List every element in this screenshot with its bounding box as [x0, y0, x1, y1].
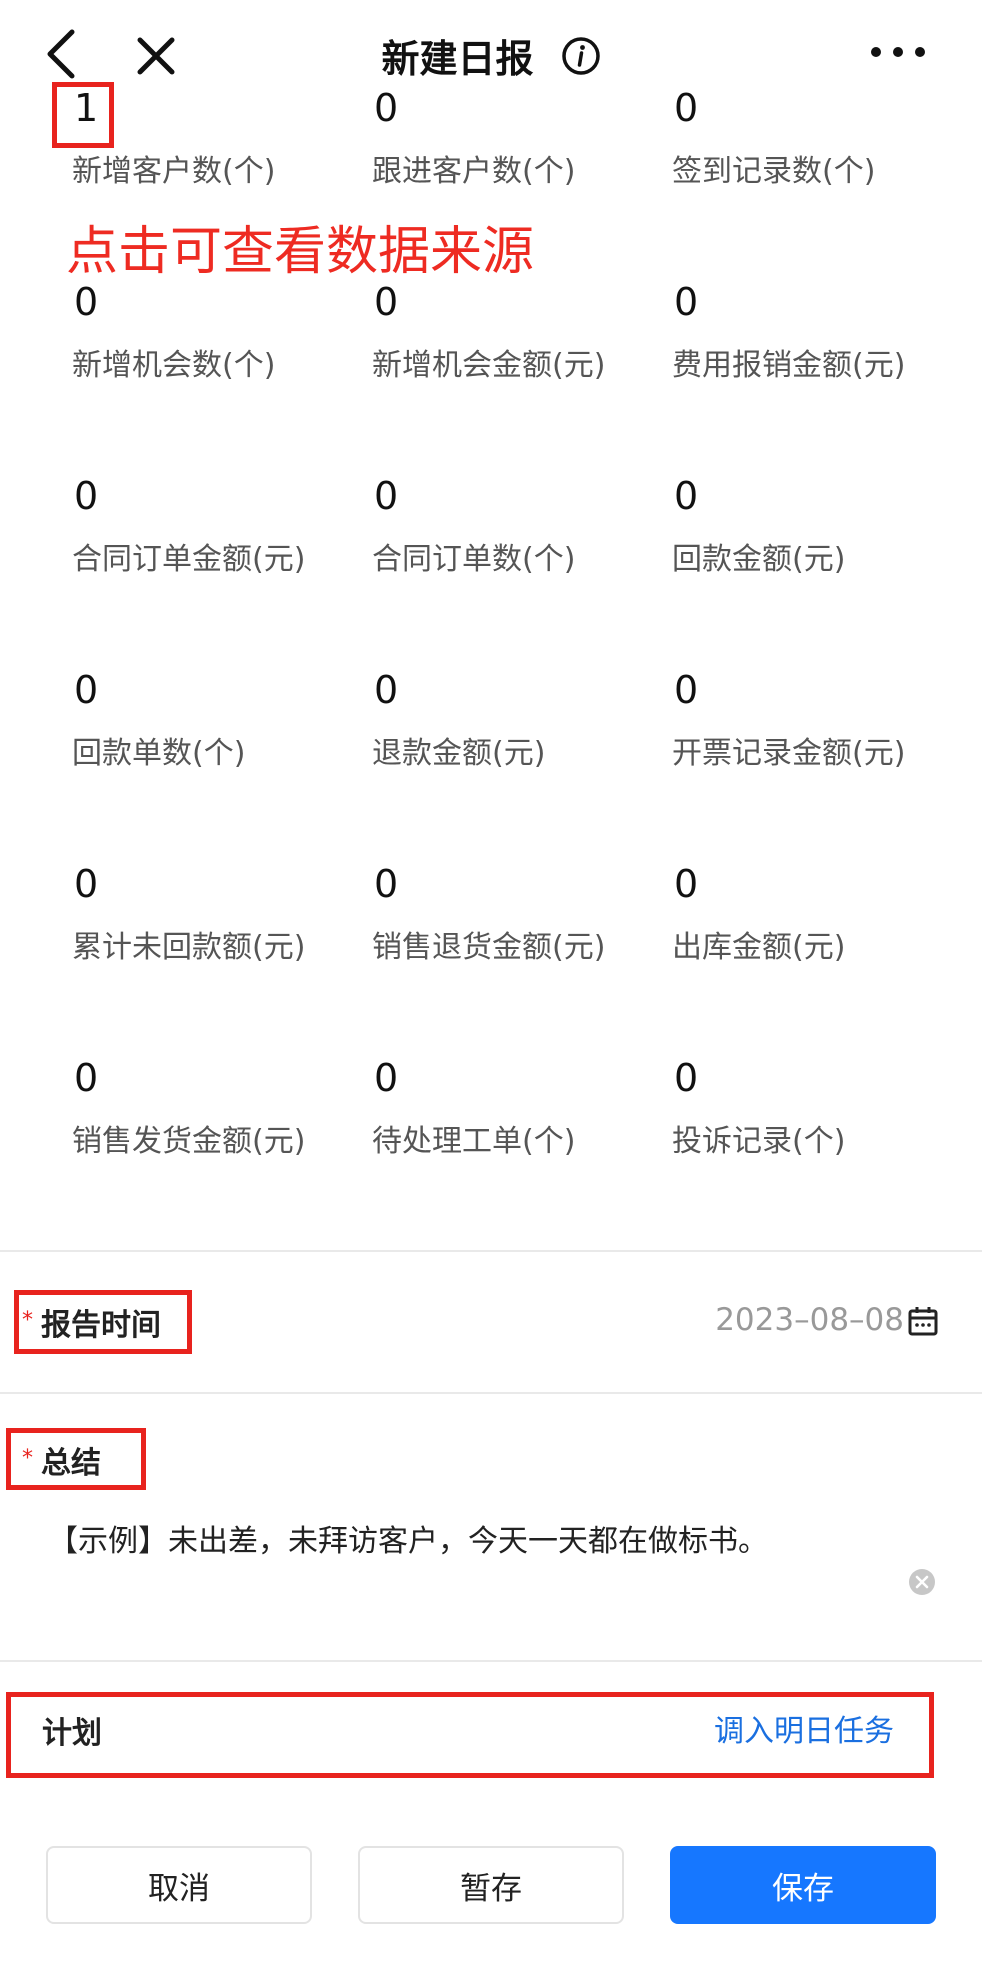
draft-button[interactable]: 暂存 — [358, 1846, 624, 1924]
stat-label: 销售退货金额(元) — [372, 930, 606, 965]
stat-label: 销售发货金额(元) — [72, 1124, 306, 1159]
cancel-button[interactable]: 取消 — [46, 1846, 312, 1924]
stat-label: 回款金额(元) — [672, 542, 846, 577]
stat-value: 0 — [74, 862, 99, 906]
stat-label: 开票记录金额(元) — [672, 736, 906, 771]
plan-label: 计划 — [42, 1716, 102, 1751]
stat-value: 0 — [374, 86, 399, 130]
stat-label: 新增客户数(个) — [72, 154, 276, 189]
stat-label: 累计未回款额(元) — [72, 930, 306, 965]
report-time-label-text: 报告时间 — [41, 1308, 161, 1343]
header-bar: 新建日报 — [0, 0, 982, 104]
calendar-icon[interactable] — [908, 1306, 938, 1336]
stat-value: 0 — [374, 862, 399, 906]
more-options-button[interactable] — [866, 34, 930, 70]
info-icon[interactable] — [561, 36, 601, 76]
summary-textarea[interactable]: 【示例】未出差，未拜访客户，今天一天都在做标书。 — [48, 1516, 768, 1560]
save-button[interactable]: 保存 — [670, 1846, 936, 1924]
stat-value: 0 — [74, 474, 99, 518]
stat-label: 跟进客户数(个) — [372, 154, 576, 189]
summary-label: * 总结 — [22, 1438, 101, 1482]
stat-label: 新增机会数(个) — [72, 348, 276, 383]
stat-value: 0 — [674, 280, 699, 324]
stat-value: 0 — [74, 1056, 99, 1100]
stat-value: 0 — [374, 280, 399, 324]
annotation-box-stat-value — [52, 82, 114, 148]
section-divider — [0, 1392, 982, 1394]
stat-value: 0 — [674, 474, 699, 518]
summary-label-text: 总结 — [41, 1446, 101, 1481]
stat-value: 0 — [374, 474, 399, 518]
title-group: 新建日报 — [0, 28, 982, 83]
stat-value: 0 — [374, 668, 399, 712]
stat-value: 0 — [674, 86, 699, 130]
clear-icon[interactable] — [908, 1568, 936, 1596]
stat-value: 0 — [674, 668, 699, 712]
stat-value: 0 — [674, 1056, 699, 1100]
stat-label: 出库金额(元) — [672, 930, 846, 965]
report-date-value[interactable]: 2023–08–08 — [715, 1302, 904, 1338]
stat-value: 0 — [674, 862, 699, 906]
required-mark: * — [22, 1446, 33, 1471]
stat-value: 0 — [74, 280, 99, 324]
stat-label: 待处理工单(个) — [372, 1124, 576, 1159]
stat-value: 0 — [374, 1056, 399, 1100]
stat-label: 新增机会金额(元) — [372, 348, 606, 383]
stat-label: 回款单数(个) — [72, 736, 246, 771]
required-mark: * — [22, 1308, 33, 1333]
stat-label: 合同订单金额(元) — [72, 542, 306, 577]
import-tomorrow-tasks-link[interactable]: 调入明日任务 — [714, 1706, 894, 1750]
section-divider — [0, 1250, 982, 1252]
report-time-label: * 报告时间 — [22, 1300, 161, 1344]
stat-label: 费用报销金额(元) — [672, 348, 906, 383]
stat-label: 合同订单数(个) — [372, 542, 576, 577]
page-title: 新建日报 — [381, 37, 534, 81]
stat-label: 投诉记录(个) — [672, 1124, 846, 1159]
stat-label: 签到记录数(个) — [672, 154, 876, 189]
annotation-text: 点击可查看数据来源 — [66, 222, 535, 282]
stat-label: 退款金额(元) — [372, 736, 546, 771]
more-dots-icon — [871, 47, 925, 57]
section-divider — [0, 1660, 982, 1662]
stat-value: 0 — [74, 668, 99, 712]
